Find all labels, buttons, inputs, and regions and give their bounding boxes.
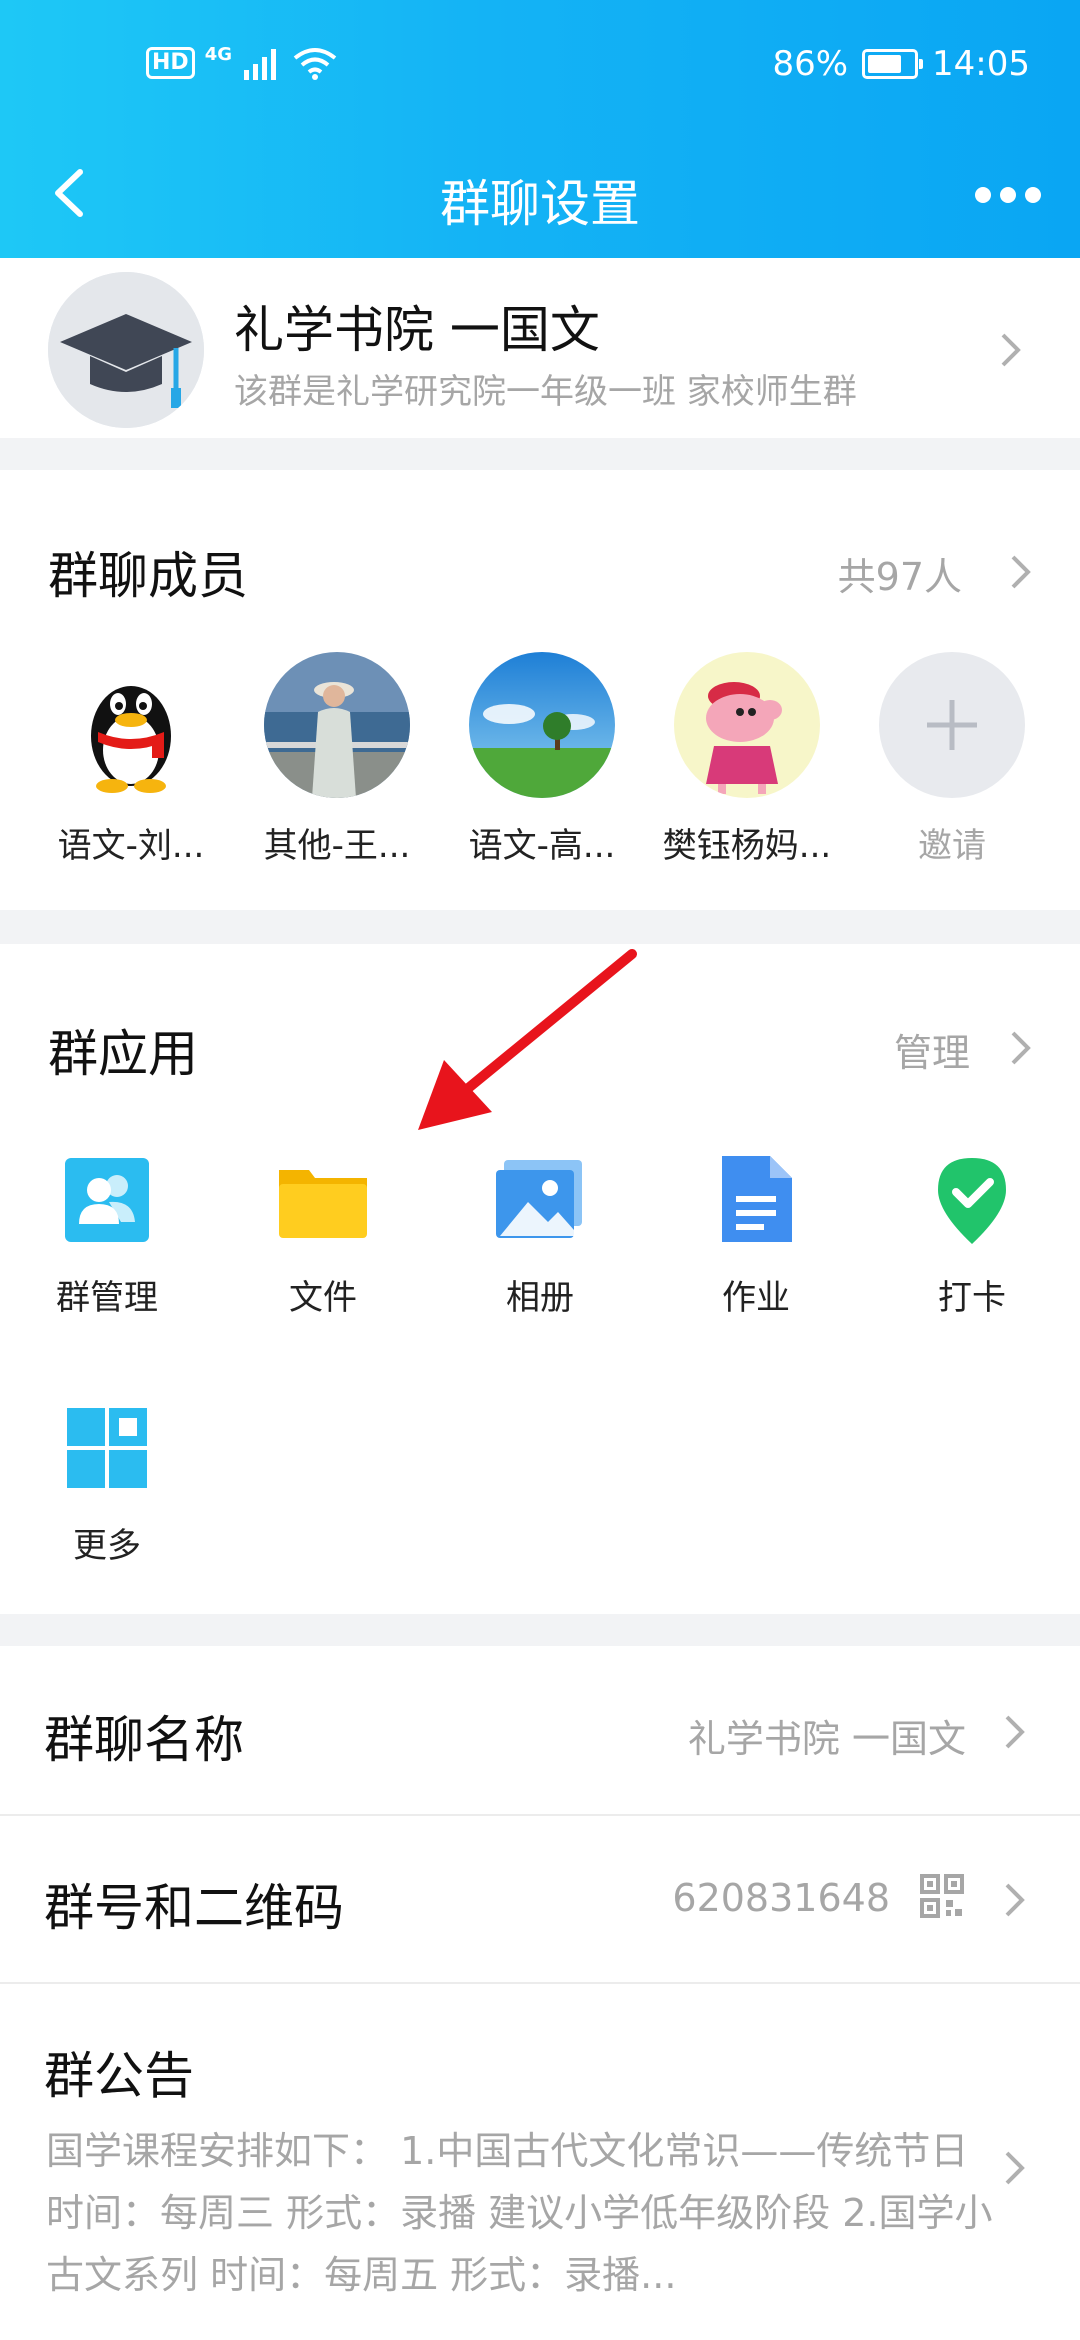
member-item[interactable]: 其他-王... (252, 652, 422, 867)
group-manage-icon (59, 1152, 155, 1248)
group-name-label: 群聊名称 (44, 1711, 244, 1769)
chevron-right-icon (1000, 332, 1022, 368)
member-avatar (469, 652, 615, 798)
penguin-avatar-icon (58, 652, 204, 798)
status-left: HD 4G (146, 43, 338, 80)
battery-icon (862, 49, 924, 79)
signal-icon (244, 49, 276, 80)
member-name: 语文-高... (468, 826, 616, 866)
member-item[interactable]: 语文-高... (457, 652, 627, 867)
hd-indicator: HD (146, 47, 195, 79)
apps-manage-link[interactable]: 管理 (894, 1022, 970, 1077)
app-label: 相册 (506, 1278, 574, 1318)
check-in-icon (924, 1152, 1020, 1248)
member-avatar (674, 652, 820, 798)
group-name-value: 礼学书院 一国文 (687, 1717, 966, 1761)
member-name: 樊钰杨妈... (662, 826, 832, 866)
clock: 14:05 (932, 44, 1030, 84)
nav-bar: 群聊设置 (0, 130, 1080, 258)
group-notice-text: 国学课程安排如下： 1.中国古代文化常识——传统节日 时间：每周三 形式：录播 … (46, 2129, 993, 2297)
member-avatar (264, 652, 410, 798)
app-label: 更多 (73, 1526, 141, 1566)
group-name: 礼学书院 一国文 (234, 301, 600, 359)
chevron-right-icon (1004, 2150, 1026, 2186)
group-avatar (48, 272, 204, 428)
member-item[interactable]: 樊钰杨妈... (662, 652, 832, 867)
member-item[interactable]: 语文-刘... (46, 652, 216, 867)
members-title: 群聊成员 (48, 547, 248, 605)
member-avatar (58, 652, 204, 798)
app-label: 打卡 (938, 1278, 1006, 1318)
member-name: 语文-刘... (57, 826, 205, 866)
chevron-right-icon (1004, 1714, 1026, 1750)
invite-avatar (879, 652, 1025, 798)
group-id-value: 620831648 (672, 1876, 890, 1920)
invite-button[interactable]: 邀请 (867, 652, 1037, 867)
photo-avatar-icon (264, 652, 410, 798)
status-bar: HD 4G 86% 14:05 (0, 0, 1080, 130)
chevron-right-icon (1004, 1882, 1026, 1918)
annotation-arrow-icon (418, 949, 637, 1130)
wifi-icon (293, 48, 337, 80)
app-files[interactable]: 文件 (238, 1152, 408, 1319)
more-options-button[interactable] (968, 170, 1048, 220)
status-right: 86% 14:05 (772, 44, 1030, 84)
app-label: 作业 (722, 1278, 790, 1318)
apps-title: 群应用 (48, 1025, 198, 1083)
more-apps-icon (59, 1400, 155, 1496)
dot-icon (1025, 187, 1041, 203)
chevron-right-icon[interactable] (1010, 1030, 1032, 1066)
page-title: 群聊设置 (440, 175, 640, 233)
graduation-cap-icon (48, 272, 204, 428)
app-check-in[interactable]: 打卡 (887, 1152, 1057, 1319)
group-id-label: 群号和二维码 (44, 1879, 344, 1937)
app-homework[interactable]: 作业 (671, 1152, 841, 1319)
app-label: 文件 (289, 1278, 357, 1318)
app-album[interactable]: 相册 (455, 1152, 625, 1319)
app-group-manage[interactable]: 群管理 (22, 1152, 192, 1319)
dot-icon (1000, 187, 1016, 203)
member-name: 其他-王... (263, 826, 411, 866)
cartoon-pig-avatar-icon (674, 652, 820, 798)
app-more[interactable]: 更多 (22, 1400, 192, 1567)
battery-percent: 86% (772, 44, 849, 84)
network-type: 4G (204, 43, 232, 65)
folder-icon (275, 1152, 371, 1248)
dot-icon (975, 187, 991, 203)
plus-icon (927, 700, 977, 750)
landscape-avatar-icon (469, 652, 615, 798)
group-description: 该群是礼学研究院一年级一班 家校师生群 (234, 372, 857, 412)
chevron-right-icon[interactable] (1010, 554, 1032, 590)
group-notice-label: 群公告 (44, 2047, 194, 2105)
homework-icon (708, 1152, 804, 1248)
album-icon (492, 1152, 588, 1248)
qr-code-icon[interactable] (920, 1874, 964, 1918)
members-count[interactable]: 共97人 (838, 546, 962, 601)
invite-label: 邀请 (918, 826, 986, 866)
app-label: 群管理 (56, 1278, 158, 1318)
